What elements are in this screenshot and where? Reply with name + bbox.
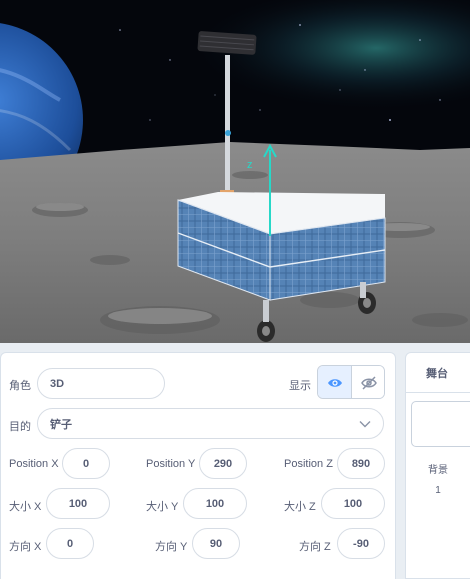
chevron-down-icon (359, 421, 371, 428)
show-button[interactable] (318, 366, 352, 398)
dir-y-input[interactable]: 90 (192, 528, 240, 559)
dir-z-label: 方向 Z (299, 541, 331, 553)
rover-mast (225, 55, 230, 195)
eye-icon (327, 378, 342, 387)
dir-x-label: 方向 X (9, 541, 42, 553)
position-z-label: Position Z (284, 458, 333, 470)
hide-button[interactable] (352, 366, 384, 398)
stage-panel-title: 舞台 (406, 353, 470, 393)
size-y-label: 大小 Y (146, 501, 179, 513)
position-y-input[interactable]: 290 (199, 448, 247, 479)
position-x-input[interactable]: 0 (62, 448, 110, 479)
position-y-label: Position Y (146, 458, 196, 470)
target-select-value: 铲子 (50, 418, 72, 431)
position-z-input[interactable]: 890 (337, 448, 385, 479)
dir-y-label: 方向 Y (155, 541, 188, 553)
backdrop-label: 背景 (428, 465, 448, 476)
show-label: 显示 (289, 380, 311, 392)
target-select[interactable]: 铲子 (37, 408, 384, 439)
role-label: 角色 (9, 380, 31, 392)
eye-slash-icon (361, 375, 377, 390)
size-z-label: 大小 Z (284, 501, 316, 513)
size-x-input[interactable]: 100 (46, 488, 110, 519)
dir-x-input[interactable]: 0 (46, 528, 94, 559)
dir-z-input[interactable]: -90 (337, 528, 385, 559)
size-x-label: 大小 X (9, 501, 42, 513)
role-name-input[interactable]: 3D (37, 368, 165, 399)
stage-selector-panel[interactable]: 舞台 背景 1 (405, 352, 470, 579)
moon-scene: z (0, 0, 470, 343)
backdrop-count: 1 (435, 485, 441, 496)
size-z-input[interactable]: 100 (321, 488, 385, 519)
size-y-input[interactable]: 100 (183, 488, 247, 519)
position-x-label: Position X (9, 458, 59, 470)
target-label: 目的 (9, 421, 31, 433)
stage-canvas[interactable]: z (0, 0, 470, 343)
axis-label: z (247, 159, 253, 171)
visibility-toggle (317, 365, 385, 399)
sprite-info-panel: 角色 3D 显示 目的 铲子 Position X 0 Position Y 2… (0, 352, 396, 579)
stage-thumbnail[interactable] (411, 401, 470, 447)
